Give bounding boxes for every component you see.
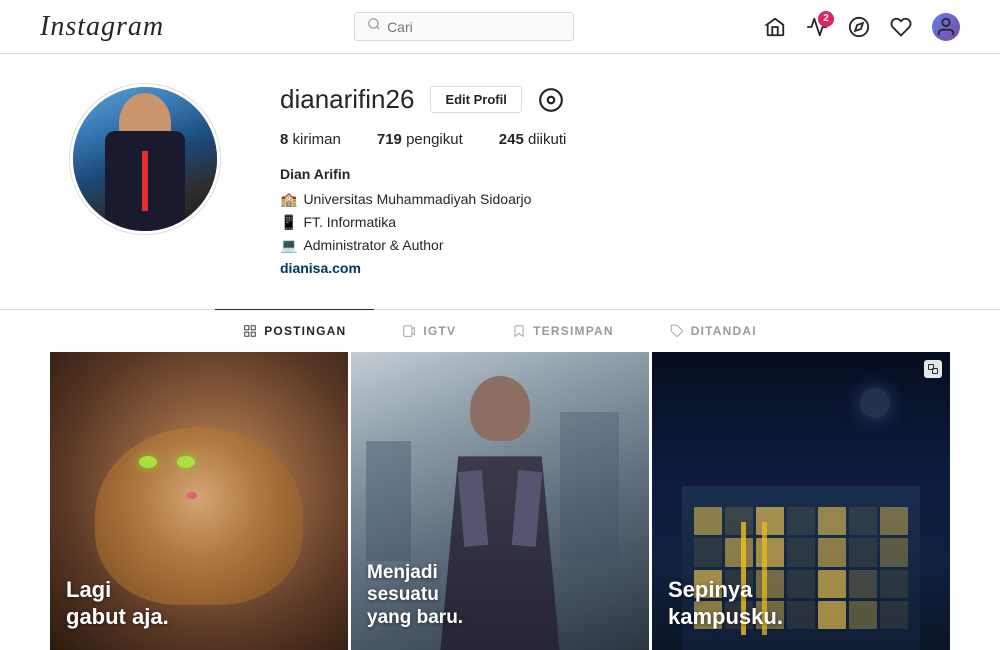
tab-postingan[interactable]: POSTINGAN	[215, 309, 374, 352]
posts-label: kiriman	[293, 131, 341, 148]
search-bar[interactable]	[354, 12, 574, 41]
igtv-icon	[402, 324, 416, 338]
posts-count: 8	[280, 131, 288, 148]
bookmark-icon	[512, 324, 526, 338]
profile-nav-icon[interactable]	[932, 13, 960, 41]
role-icon: 💻	[280, 235, 297, 256]
followers-label: pengikut	[406, 131, 463, 148]
following-label: diikuti	[528, 131, 566, 148]
nav-icons: 2	[764, 13, 960, 41]
heart-icon[interactable]	[890, 16, 912, 38]
post-text-3: Sepinyakampusku.	[668, 577, 934, 630]
post-text-1: Lagigabut aja.	[66, 577, 332, 630]
profile-info: dianarifin26 Edit Profil 8 kiriman 719 p…	[280, 84, 930, 279]
stat-posts[interactable]: 8 kiriman	[280, 131, 341, 148]
activity-icon[interactable]: 2	[806, 16, 828, 38]
post-item-1[interactable]: Lagigabut aja.	[50, 352, 348, 650]
navbar: Instagram 2	[0, 0, 1000, 54]
tab-postingan-label: POSTINGAN	[264, 324, 346, 338]
tab-tersimpan[interactable]: TERSIMPAN	[484, 309, 642, 352]
tabs-list: POSTINGAN IGTV TERSIMPAN	[50, 310, 950, 352]
profile-avatar-wrapper	[70, 84, 220, 234]
stat-followers[interactable]: 719 pengikut	[377, 131, 463, 148]
search-icon	[367, 17, 381, 36]
followers-count: 719	[377, 131, 402, 148]
profile-header: dianarifin26 Edit Profil 8 kiriman 719 p…	[70, 84, 930, 279]
edit-profile-button[interactable]: Edit Profil	[430, 86, 521, 113]
instagram-logo[interactable]: Instagram	[40, 11, 164, 43]
tab-ditandai-label: DITANDAI	[691, 324, 757, 338]
notification-badge: 2	[818, 11, 834, 27]
tab-igtv-label: IGTV	[423, 324, 456, 338]
tag-icon	[670, 324, 684, 338]
bio-faculty: 📱 FT. Informatika	[280, 212, 930, 233]
post-item-2[interactable]: Menjadisesuatuyang baru.	[351, 352, 649, 650]
profile-container: dianarifin26 Edit Profil 8 kiriman 719 p…	[50, 54, 950, 279]
bio-name: Dian Arifin	[280, 164, 930, 185]
bio-university: 🏫 Universitas Muhammadiyah Sidoarjo	[280, 189, 930, 210]
tab-ditandai[interactable]: DITANDAI	[642, 309, 785, 352]
settings-icon[interactable]	[538, 87, 564, 113]
posts-grid: Lagigabut aja. Menjadisesuatuyang baru.	[50, 352, 950, 650]
bio-website[interactable]: dianisa.com	[280, 258, 930, 279]
bio-role: 💻 Administrator & Author	[280, 235, 930, 256]
profile-stats: 8 kiriman 719 pengikut 245 diikuti	[280, 131, 930, 148]
grid-icon	[243, 324, 257, 338]
search-input[interactable]	[387, 19, 561, 35]
avatar-person	[73, 87, 217, 231]
tab-tersimpan-label: TERSIMPAN	[533, 324, 614, 338]
post-item-3[interactable]: Sepinyakampusku.	[652, 352, 950, 650]
post-text-2: Menjadisesuatuyang baru.	[367, 562, 633, 630]
profile-avatar	[70, 84, 220, 234]
stat-following[interactable]: 245 diikuti	[499, 131, 567, 148]
profile-tabs: POSTINGAN IGTV TERSIMPAN	[0, 309, 1000, 352]
following-count: 245	[499, 131, 524, 148]
profile-username: dianarifin26	[280, 84, 414, 115]
tab-igtv[interactable]: IGTV	[374, 309, 484, 352]
explore-icon[interactable]	[848, 16, 870, 38]
home-icon[interactable]	[764, 16, 786, 38]
profile-bio: Dian Arifin 🏫 Universitas Muhammadiyah S…	[280, 164, 930, 279]
profile-top-row: dianarifin26 Edit Profil	[280, 84, 930, 115]
faculty-icon: 📱	[280, 212, 297, 233]
university-icon: 🏫	[280, 189, 297, 210]
